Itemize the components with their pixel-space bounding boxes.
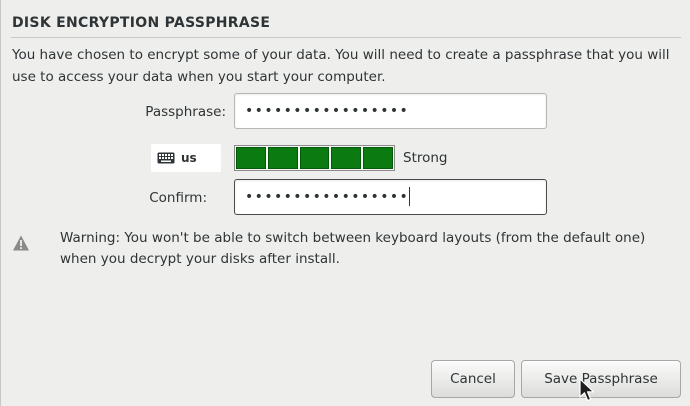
strength-segment — [299, 147, 330, 169]
text-caret — [409, 186, 411, 206]
cancel-button[interactable]: Cancel — [431, 360, 515, 398]
keyboard-layout-warning: Warning: You won't be able to switch bet… — [60, 230, 646, 267]
confirm-label: Confirm: — [149, 190, 207, 206]
passphrase-label: Passphrase: — [145, 104, 226, 120]
warning-icon — [13, 235, 29, 251]
keyboard-layout-indicator[interactable]: us — [151, 144, 221, 172]
passphrase-value: ••••••••••••••••• — [245, 103, 410, 119]
save-passphrase-button[interactable]: Save Passphrase — [521, 360, 681, 398]
keyboard-layout-label: us — [181, 151, 197, 165]
passphrase-strength-meter — [234, 145, 395, 171]
strength-segment — [267, 147, 298, 169]
keyboard-icon — [157, 152, 175, 164]
strength-segment — [363, 147, 393, 169]
strength-segment — [331, 147, 362, 169]
strength-label: Strong — [403, 150, 448, 166]
mouse-pointer-icon — [579, 378, 595, 402]
title-divider — [11, 37, 681, 38]
dialog-title: DISK ENCRYPTION PASSPHRASE — [12, 15, 271, 31]
disk-encryption-dialog: DISK ENCRYPTION PASSPHRASE You have chos… — [0, 0, 690, 406]
strength-segment — [236, 147, 266, 169]
confirm-value: ••••••••••••••••• — [245, 189, 410, 205]
passphrase-input[interactable]: ••••••••••••••••• — [234, 93, 547, 129]
confirm-input[interactable]: ••••••••••••••••• — [234, 179, 547, 215]
intro-text: You have chosen to encrypt some of your … — [12, 47, 670, 85]
